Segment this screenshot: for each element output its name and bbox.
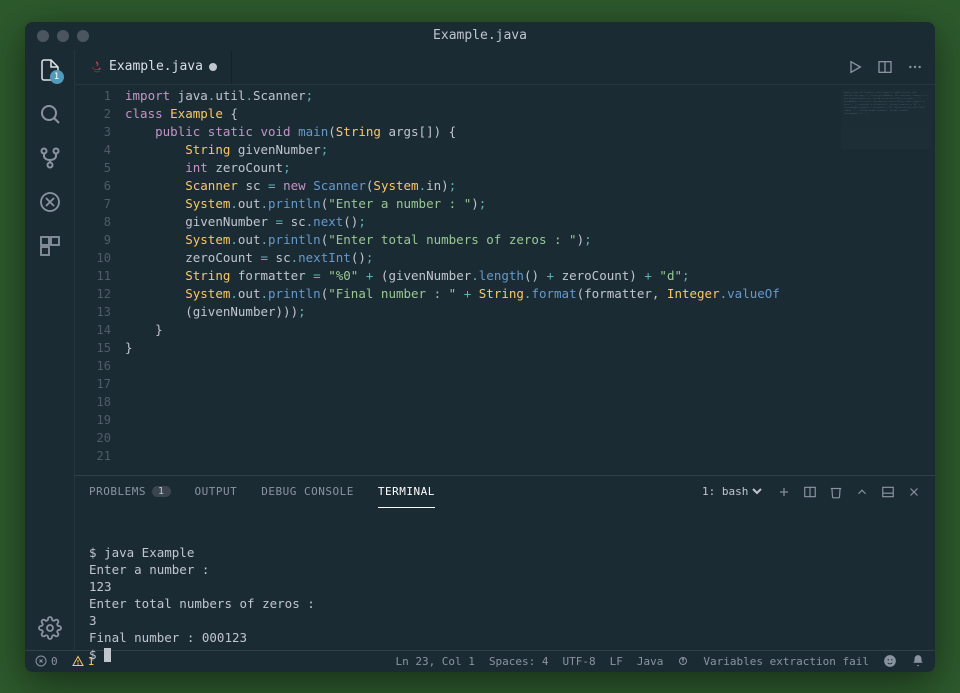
- terminal-selector[interactable]: 1: bash: [698, 484, 765, 499]
- split-terminal-icon[interactable]: [803, 485, 817, 499]
- modified-indicator-icon: [209, 63, 217, 71]
- panel-tab-problems[interactable]: PROBLEMS 1: [89, 476, 171, 508]
- toggle-panel-icon[interactable]: [881, 485, 895, 499]
- search-icon[interactable]: [38, 102, 62, 126]
- source-control-icon[interactable]: [38, 146, 62, 170]
- run-icon[interactable]: [847, 59, 863, 75]
- maximize-panel-icon[interactable]: [855, 485, 869, 499]
- editor-actions: [835, 59, 935, 75]
- java-file-icon: [89, 60, 103, 74]
- bottom-panel: PROBLEMS 1 OUTPUT DEBUG CONSOLE TERMINAL…: [75, 475, 935, 650]
- status-errors[interactable]: 0: [35, 655, 58, 668]
- editor-window: Example.java 1: [25, 22, 935, 672]
- panel-tabs: PROBLEMS 1 OUTPUT DEBUG CONSOLE TERMINAL…: [75, 476, 935, 508]
- panel-tab-debug-console[interactable]: DEBUG CONSOLE: [261, 476, 354, 508]
- new-terminal-icon[interactable]: [777, 485, 791, 499]
- more-actions-icon[interactable]: [907, 59, 923, 75]
- terminal-output[interactable]: $ java ExampleEnter a number :123Enter t…: [75, 508, 935, 672]
- tab-label: Example.java: [109, 59, 203, 74]
- minimap[interactable]: import java.util.Scanner; class Example …: [841, 89, 931, 149]
- debug-icon[interactable]: [38, 190, 62, 214]
- minimize-window-button[interactable]: [57, 30, 69, 42]
- panel-tab-output[interactable]: OUTPUT: [195, 476, 238, 508]
- editor-area: Example.java 123456789101112131415161718…: [75, 50, 935, 650]
- window-controls: [37, 30, 89, 42]
- tabs-row: Example.java: [75, 50, 935, 85]
- split-editor-icon[interactable]: [877, 59, 893, 75]
- panel-tab-terminal[interactable]: TERMINAL: [378, 476, 435, 508]
- code-content[interactable]: import java.util.Scanner;class Example {…: [125, 85, 935, 475]
- activity-bar: 1: [25, 50, 75, 650]
- editor-body[interactable]: 123456789101112131415161718192021 import…: [75, 85, 935, 475]
- tab-example-java[interactable]: Example.java: [75, 49, 232, 84]
- maximize-window-button[interactable]: [77, 30, 89, 42]
- problems-count-badge: 1: [152, 486, 171, 497]
- close-panel-icon[interactable]: [907, 485, 921, 499]
- settings-gear-icon[interactable]: [38, 616, 62, 640]
- close-window-button[interactable]: [37, 30, 49, 42]
- explorer-badge: 1: [50, 70, 64, 84]
- line-number-gutter: 123456789101112131415161718192021: [75, 85, 125, 475]
- main-area: 1 Example.java: [25, 50, 935, 650]
- error-icon: [35, 655, 47, 667]
- window-title: Example.java: [433, 28, 527, 43]
- explorer-icon[interactable]: 1: [38, 58, 62, 82]
- panel-actions: 1: bash: [698, 484, 921, 499]
- titlebar[interactable]: Example.java: [25, 22, 935, 50]
- extensions-icon[interactable]: [38, 234, 62, 258]
- kill-terminal-icon[interactable]: [829, 485, 843, 499]
